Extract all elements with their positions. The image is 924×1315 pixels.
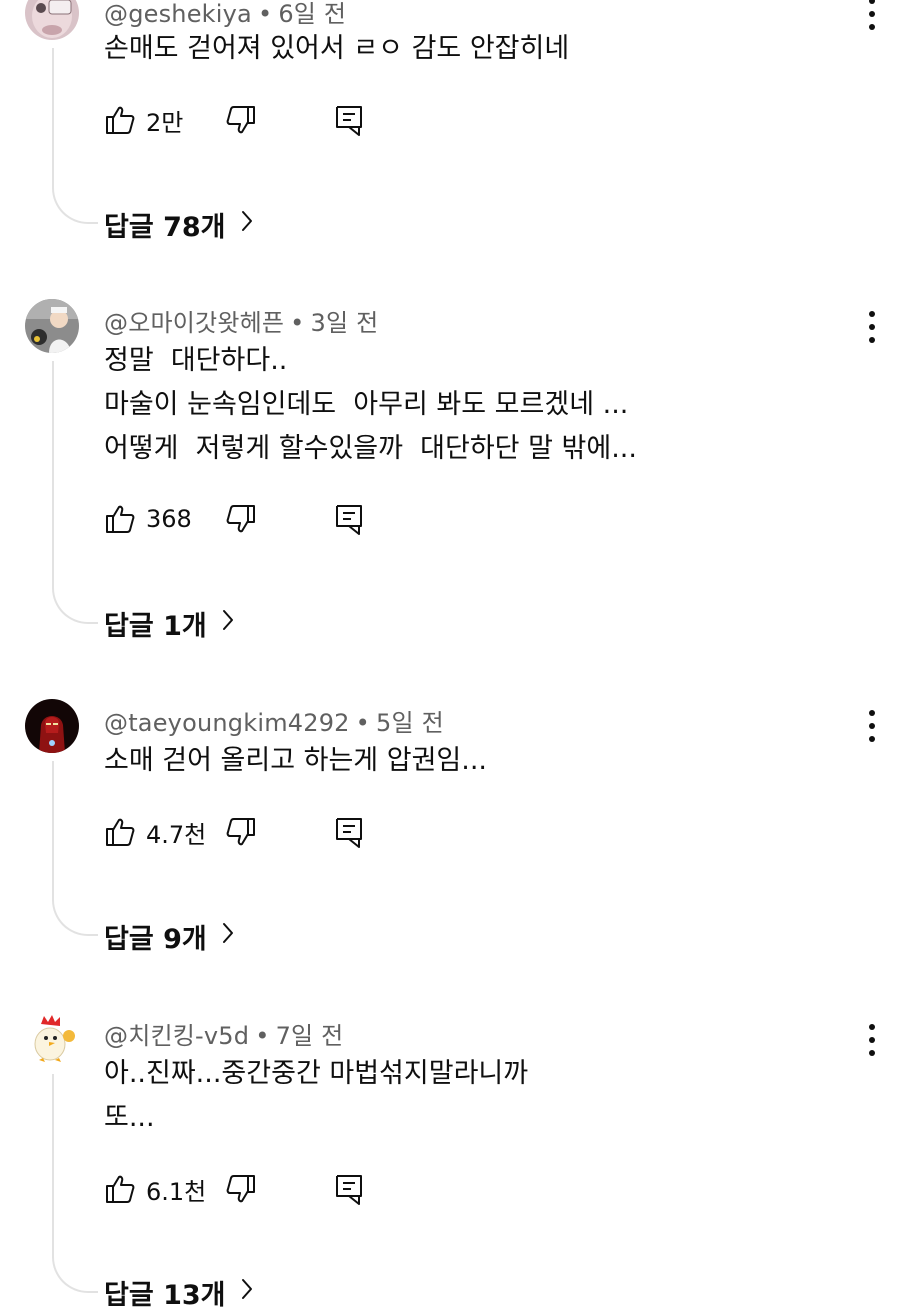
like-count: 2만 — [146, 108, 184, 137]
reply-comment-icon — [333, 103, 365, 137]
comment-author[interactable]: @geshekiya — [104, 0, 252, 28]
more-vertical-icon[interactable] — [858, 307, 886, 347]
replies-label: 답글 1개 — [104, 610, 207, 642]
view-replies-button[interactable]: 답글 78개 — [104, 204, 254, 244]
comment-line: 또... — [104, 1102, 155, 1133]
thread-line — [52, 361, 98, 624]
comment-time[interactable]: 6일 전 — [278, 0, 346, 28]
replies-label: 답글 78개 — [104, 211, 226, 243]
like-count: 4.7천 — [146, 820, 207, 849]
like-count: 6.1천 — [146, 1177, 207, 1206]
reply-comment-icon — [333, 1172, 365, 1206]
comment-time[interactable]: 5일 전 — [376, 709, 444, 737]
comment-line: 마술이 눈속임인데도 아무리 봐도 모르겠네 ... — [104, 389, 629, 420]
like-button[interactable]: 2만 — [104, 100, 183, 140]
view-replies-button[interactable]: 답글 13개 — [104, 1272, 254, 1312]
meta-separator: • — [355, 709, 371, 737]
like-button[interactable]: 6.1천 — [104, 1169, 206, 1209]
reply-button[interactable] — [333, 812, 365, 852]
comment-line: 정말 대단하다.. — [104, 345, 288, 376]
comment-text: 아..진짜...중간중간 마법섞지말라니까 또... — [104, 1052, 528, 1140]
chevron-right-icon — [221, 608, 235, 639]
dislike-button[interactable] — [225, 100, 257, 140]
reply-comment-icon — [333, 815, 365, 849]
thumbs-up-icon — [104, 816, 136, 848]
comment-author[interactable]: @오마이갓왓헤픈 — [104, 309, 284, 337]
thumbs-down-icon — [225, 104, 257, 136]
dislike-button[interactable] — [225, 499, 257, 539]
replies-label: 답글 13개 — [104, 1279, 226, 1311]
thread-line — [52, 1074, 98, 1293]
thumbs-up-icon — [104, 104, 136, 136]
reply-button[interactable] — [333, 100, 365, 140]
comment-time[interactable]: 3일 전 — [311, 309, 379, 337]
comment-text: 소매 걷어 올리고 하는게 압권임... — [104, 739, 487, 783]
like-button[interactable]: 4.7천 — [104, 812, 206, 852]
reply-button[interactable] — [333, 499, 365, 539]
view-replies-button[interactable]: 답글 1개 — [104, 603, 235, 643]
dislike-button[interactable] — [225, 1169, 257, 1209]
thumbs-down-icon — [225, 1173, 257, 1205]
comment-meta: @오마이갓왓헤픈 • 3일 전 — [104, 303, 378, 338]
thumbs-down-icon — [225, 816, 257, 848]
meta-separator: • — [255, 1022, 270, 1050]
chevron-right-icon — [221, 921, 235, 952]
replies-label: 답글 9개 — [104, 923, 207, 955]
reply-button[interactable] — [333, 1169, 365, 1209]
comment-author[interactable]: @치킨킹-v5d — [104, 1022, 249, 1050]
thread-line — [52, 761, 98, 936]
comment-meta: @치킨킹-v5d • 7일 전 — [104, 1016, 343, 1051]
thumbs-up-icon — [104, 1173, 136, 1205]
comment-line: 소매 걷어 올리고 하는게 압권임... — [104, 745, 487, 776]
comment-text: 정말 대단하다.. 마술이 눈속임인데도 아무리 봐도 모르겠네 ... 어떻게… — [104, 339, 637, 471]
more-vertical-icon[interactable] — [858, 1020, 886, 1060]
comment-actions: 368 — [104, 499, 404, 539]
view-replies-button[interactable]: 답글 9개 — [104, 916, 235, 956]
comment-text: 손매도 걷어져 있어서 ㄹㅇ 감도 안잡히네 — [104, 27, 569, 71]
chevron-right-icon — [240, 1277, 254, 1308]
avatar[interactable] — [25, 1012, 79, 1066]
comment-meta: @geshekiya • 6일 전 — [104, 0, 346, 29]
comment-line: 아..진짜...중간중간 마법섞지말라니까 — [104, 1058, 529, 1089]
comment-line: 어떻게 저렇게 할수있을까 대단하단 말 밖에... — [104, 433, 637, 464]
comment-author[interactable]: @taeyoungkim4292 — [104, 709, 350, 737]
avatar[interactable] — [25, 299, 79, 353]
comment-actions: 2만 — [104, 100, 404, 140]
meta-separator: • — [257, 0, 273, 28]
like-count: 368 — [146, 505, 192, 533]
more-vertical-icon[interactable] — [858, 0, 886, 34]
thumbs-down-icon — [225, 503, 257, 535]
comment-time[interactable]: 7일 전 — [276, 1022, 344, 1050]
like-button[interactable]: 368 — [104, 499, 192, 539]
avatar[interactable] — [25, 699, 79, 753]
comment-actions: 4.7천 — [104, 812, 404, 852]
dislike-button[interactable] — [225, 812, 257, 852]
comment-line: 손매도 걷어져 있어서 ㄹㅇ 감도 안잡히네 — [104, 33, 570, 64]
avatar[interactable] — [25, 0, 79, 40]
reply-comment-icon — [333, 502, 365, 536]
comment-meta: @taeyoungkim4292 • 5일 전 — [104, 703, 444, 738]
meta-separator: • — [290, 309, 305, 337]
chevron-right-icon — [240, 209, 254, 240]
thread-line — [52, 48, 98, 224]
thumbs-up-icon — [104, 503, 136, 535]
more-vertical-icon[interactable] — [858, 706, 886, 746]
comment-actions: 6.1천 — [104, 1169, 404, 1209]
